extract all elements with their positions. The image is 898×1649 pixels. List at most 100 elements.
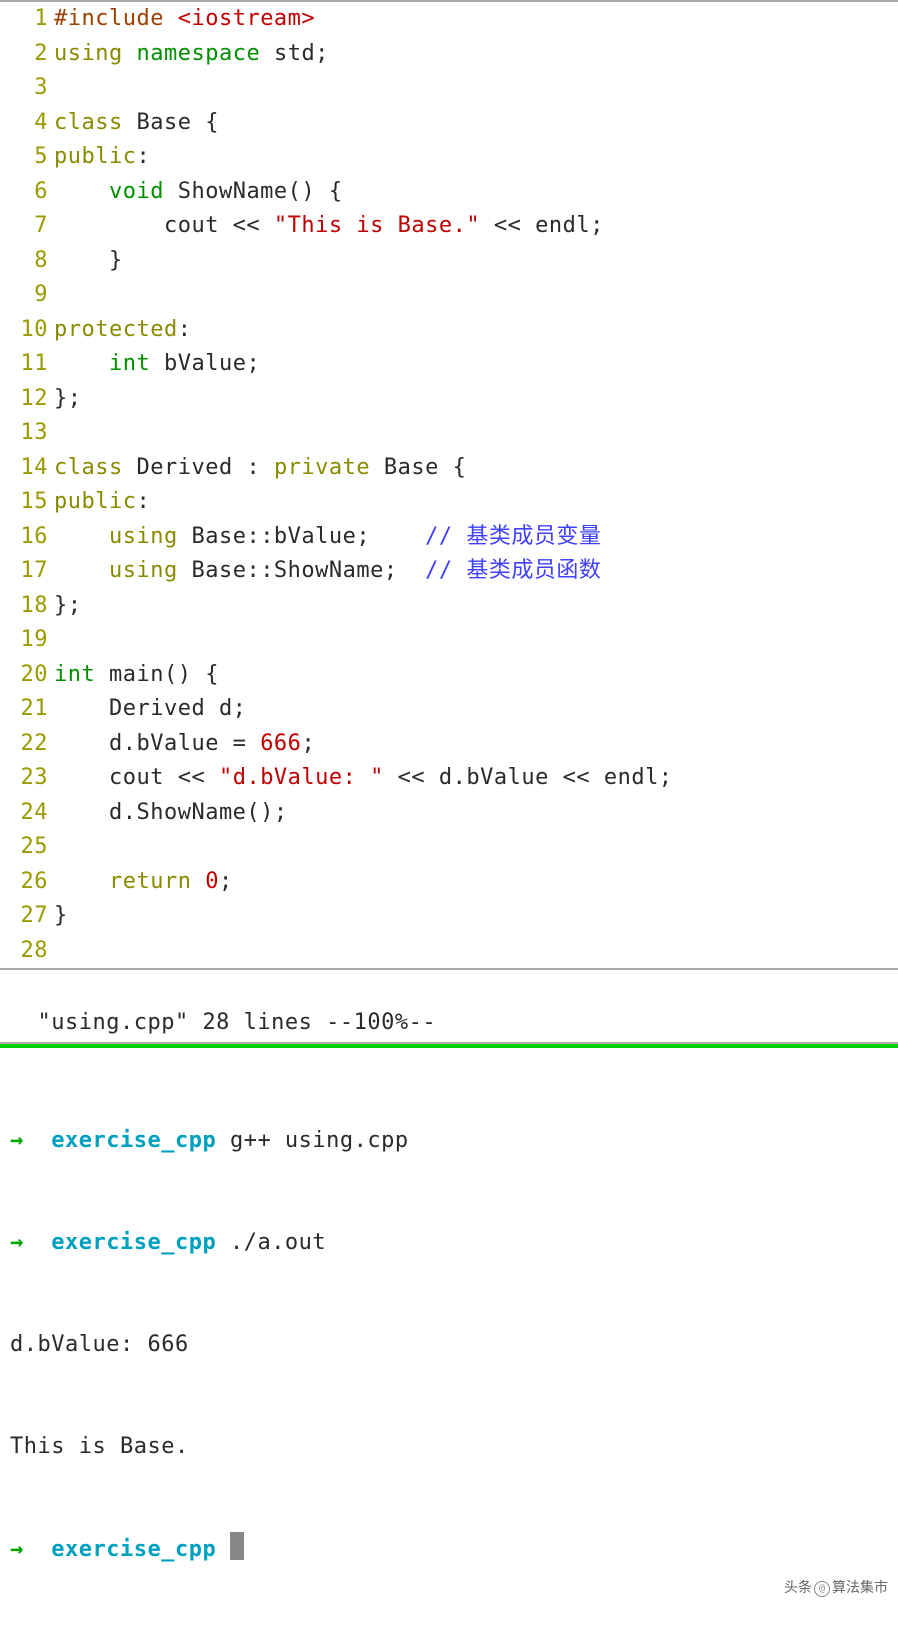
line-number: 20 <box>0 658 54 693</box>
token-kw-class: class <box>54 110 123 135</box>
code-line: 10protected: <box>0 313 898 348</box>
code-content <box>54 416 898 451</box>
code-line: 25 <box>0 830 898 865</box>
token-num: 666 <box>260 731 301 756</box>
code-line: 23 cout << "d.bValue: " << d.bValue << e… <box>0 761 898 796</box>
line-number: 5 <box>0 140 54 175</box>
code-content: public: <box>54 485 898 520</box>
watermark-suffix: 算法集市 <box>832 1580 888 1596</box>
code-line: 16 using Base::bValue; // 基类成员变量 <box>0 520 898 555</box>
code-line: 9 <box>0 278 898 313</box>
token-plain: Derived d; <box>54 696 246 721</box>
code-content: protected: <box>54 313 898 348</box>
token-cmt: // 基类成员函数 <box>425 558 601 583</box>
token-kw-access: public <box>54 489 136 514</box>
code-content: #include <iostream> <box>54 2 898 37</box>
terminal-output: → exercise_cpp g++ using.cpp → exercise_… <box>0 1044 898 1649</box>
line-number: 26 <box>0 865 54 900</box>
token-plain: : <box>178 317 192 342</box>
code-content: return 0; <box>54 865 898 900</box>
line-number: 7 <box>0 209 54 244</box>
token-type: int <box>109 351 150 376</box>
code-content <box>54 934 898 969</box>
token-plain: std; <box>260 41 329 66</box>
terminal-cmd: ./a.out <box>230 1230 326 1255</box>
token-kw-using: using <box>109 524 178 549</box>
token-type: void <box>109 179 164 204</box>
code-line: 4class Base { <box>0 106 898 141</box>
code-line: 22 d.bValue = 666; <box>0 727 898 762</box>
line-number: 18 <box>0 589 54 624</box>
terminal-line: → exercise_cpp ./a.out <box>10 1226 888 1260</box>
code-content: }; <box>54 589 898 624</box>
code-line: 19 <box>0 623 898 658</box>
code-line: 27} <box>0 899 898 934</box>
line-number: 11 <box>0 347 54 382</box>
code-line: 8 } <box>0 244 898 279</box>
code-line: 15public: <box>0 485 898 520</box>
token-plain: } <box>54 903 68 928</box>
code-line: 26 return 0; <box>0 865 898 900</box>
token-kw-using: using <box>54 41 123 66</box>
code-line: 2using namespace std; <box>0 37 898 72</box>
line-number: 22 <box>0 727 54 762</box>
token-kw-ns: namespace <box>136 41 260 66</box>
line-number: 27 <box>0 899 54 934</box>
code-content: void ShowName() { <box>54 175 898 210</box>
token-plain: cout << <box>54 765 219 790</box>
code-line: 28 <box>0 934 898 969</box>
token-plain <box>54 558 109 583</box>
token-plain: bValue; <box>150 351 260 376</box>
line-number: 17 <box>0 554 54 589</box>
token-hdr: <iostream> <box>178 6 315 31</box>
cwd-label: exercise_cpp <box>51 1128 216 1153</box>
code-content <box>54 71 898 106</box>
token-plain: Base::bValue; <box>178 524 425 549</box>
token-plain: << endl; <box>480 213 604 238</box>
code-line: 24 d.ShowName(); <box>0 796 898 831</box>
line-number: 12 <box>0 382 54 417</box>
vim-status-bar: "using.cpp" 28 lines --100%-- <box>0 970 898 1044</box>
token-plain <box>191 869 205 894</box>
line-number: 13 <box>0 416 54 451</box>
watermark-prefix: 头条 <box>784 1580 812 1596</box>
token-kw-using: using <box>109 558 178 583</box>
code-line: 5public: <box>0 140 898 175</box>
code-content: d.bValue = 666; <box>54 727 898 762</box>
line-number: 25 <box>0 830 54 865</box>
code-line: 11 int bValue; <box>0 347 898 382</box>
token-num: 0 <box>205 869 219 894</box>
prompt-arrow-icon: → <box>10 1128 24 1153</box>
line-number: 19 <box>0 623 54 658</box>
code-content: using Base::ShowName; // 基类成员函数 <box>54 554 898 589</box>
code-line: 17 using Base::ShowName; // 基类成员函数 <box>0 554 898 589</box>
token-plain <box>54 869 109 894</box>
token-plain: } <box>54 248 123 273</box>
line-number: 3 <box>0 71 54 106</box>
token-plain <box>54 351 109 376</box>
token-plain: ShowName() { <box>164 179 343 204</box>
code-line: 7 cout << "This is Base." << endl; <box>0 209 898 244</box>
token-kw-access: protected <box>54 317 178 342</box>
code-content: using Base::bValue; // 基类成员变量 <box>54 520 898 555</box>
token-kw-access: public <box>54 144 136 169</box>
code-content: } <box>54 244 898 279</box>
code-content: int bValue; <box>54 347 898 382</box>
watermark: 头条@算法集市 <box>750 1537 888 1639</box>
token-cmt: // 基类成员变量 <box>425 524 601 549</box>
token-kw-priv: private <box>274 455 370 480</box>
token-plain: main() { <box>95 662 219 687</box>
code-content: using namespace std; <box>54 37 898 72</box>
line-number: 4 <box>0 106 54 141</box>
code-content: Derived d; <box>54 692 898 727</box>
token-plain: d.ShowName(); <box>54 800 288 825</box>
code-content <box>54 830 898 865</box>
line-number: 14 <box>0 451 54 486</box>
token-plain: }; <box>54 386 82 411</box>
line-number: 10 <box>0 313 54 348</box>
line-number: 8 <box>0 244 54 279</box>
code-line: 6 void ShowName() { <box>0 175 898 210</box>
code-line: 20int main() { <box>0 658 898 693</box>
code-line: 13 <box>0 416 898 451</box>
token-plain: Base::ShowName; <box>178 558 425 583</box>
